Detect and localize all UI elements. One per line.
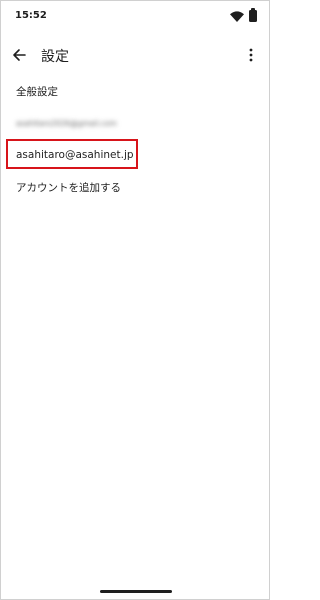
highlight-box — [6, 139, 138, 169]
page-title: 設定 — [41, 49, 69, 65]
status-time: 15:52 — [15, 10, 47, 21]
add-account-label: アカウントを追加する — [16, 181, 121, 194]
more-vert-icon — [249, 48, 253, 62]
general-settings-label: 全般設定 — [16, 85, 58, 98]
settings-list: 全般設定 asahitaro2026@gmail.com asahitaro@a… — [1, 75, 269, 203]
status-icons — [230, 8, 257, 22]
account-item-selected[interactable]: asahitaro@asahinet.jp — [1, 139, 269, 171]
blurred-account-label: asahitaro2026@gmail.com — [16, 118, 117, 128]
battery-icon — [249, 8, 257, 22]
general-settings-item[interactable]: 全般設定 — [1, 75, 269, 107]
status-bar: 15:52 — [1, 1, 269, 31]
arrow-back-icon — [13, 49, 26, 61]
add-account-item[interactable]: アカウントを追加する — [1, 171, 269, 203]
home-indicator[interactable] — [100, 590, 172, 593]
app-bar: 設定 — [1, 35, 269, 75]
wifi-icon — [230, 10, 244, 22]
account-item-blurred[interactable]: asahitaro2026@gmail.com — [1, 107, 269, 139]
back-button[interactable] — [7, 43, 31, 67]
more-options-button[interactable] — [241, 43, 261, 67]
settings-screen: 15:52 設定 全般設定 asahitaro2026@gmail.com as… — [0, 0, 270, 600]
